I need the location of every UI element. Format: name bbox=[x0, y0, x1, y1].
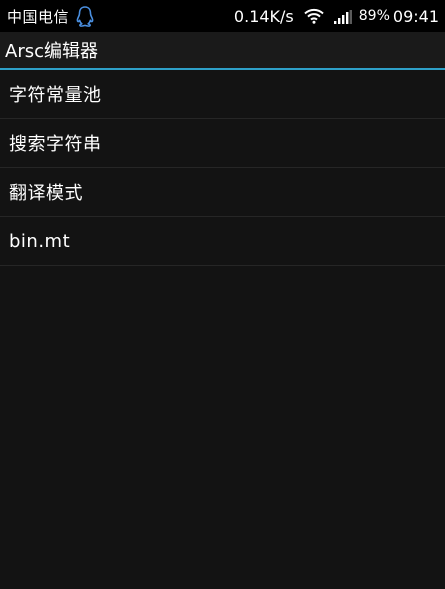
menu-list: 字符常量池 搜索字符串 翻译模式 bin.mt bbox=[0, 70, 445, 266]
menu-item-label: bin.mt bbox=[9, 230, 71, 252]
clock: 09:41 bbox=[392, 6, 439, 26]
qq-penguin-icon bbox=[75, 5, 95, 27]
menu-item-search-string[interactable]: 搜索字符串 bbox=[0, 119, 445, 168]
status-bar: 中国电信 0.14K/s 89% 09:41 bbox=[0, 0, 445, 32]
menu-item-translate-mode[interactable]: 翻译模式 bbox=[0, 168, 445, 217]
status-bar-left: 中国电信 bbox=[7, 5, 95, 27]
action-bar: Arsc编辑器 bbox=[0, 32, 445, 68]
network-speed: 0.14K/s bbox=[233, 6, 294, 26]
app-screen: 中国电信 0.14K/s 89% 09:41 Arsc编辑器 字符常量池 搜索字… bbox=[0, 0, 445, 589]
page-title: Arsc编辑器 bbox=[5, 41, 98, 62]
menu-item-bin-mt[interactable]: bin.mt bbox=[0, 217, 445, 266]
signal-bars-icon bbox=[333, 9, 352, 24]
wifi-icon bbox=[304, 8, 324, 24]
status-bar-right: 0.14K/s 89% 09:41 bbox=[234, 7, 439, 26]
menu-item-string-pool[interactable]: 字符常量池 bbox=[0, 70, 445, 119]
battery-percentage: 89% bbox=[358, 8, 390, 24]
menu-item-label: 搜索字符串 bbox=[9, 134, 102, 155]
menu-item-label: 翻译模式 bbox=[9, 183, 83, 204]
carrier-name: 中国电信 bbox=[7, 7, 70, 26]
menu-item-label: 字符常量池 bbox=[9, 85, 102, 106]
